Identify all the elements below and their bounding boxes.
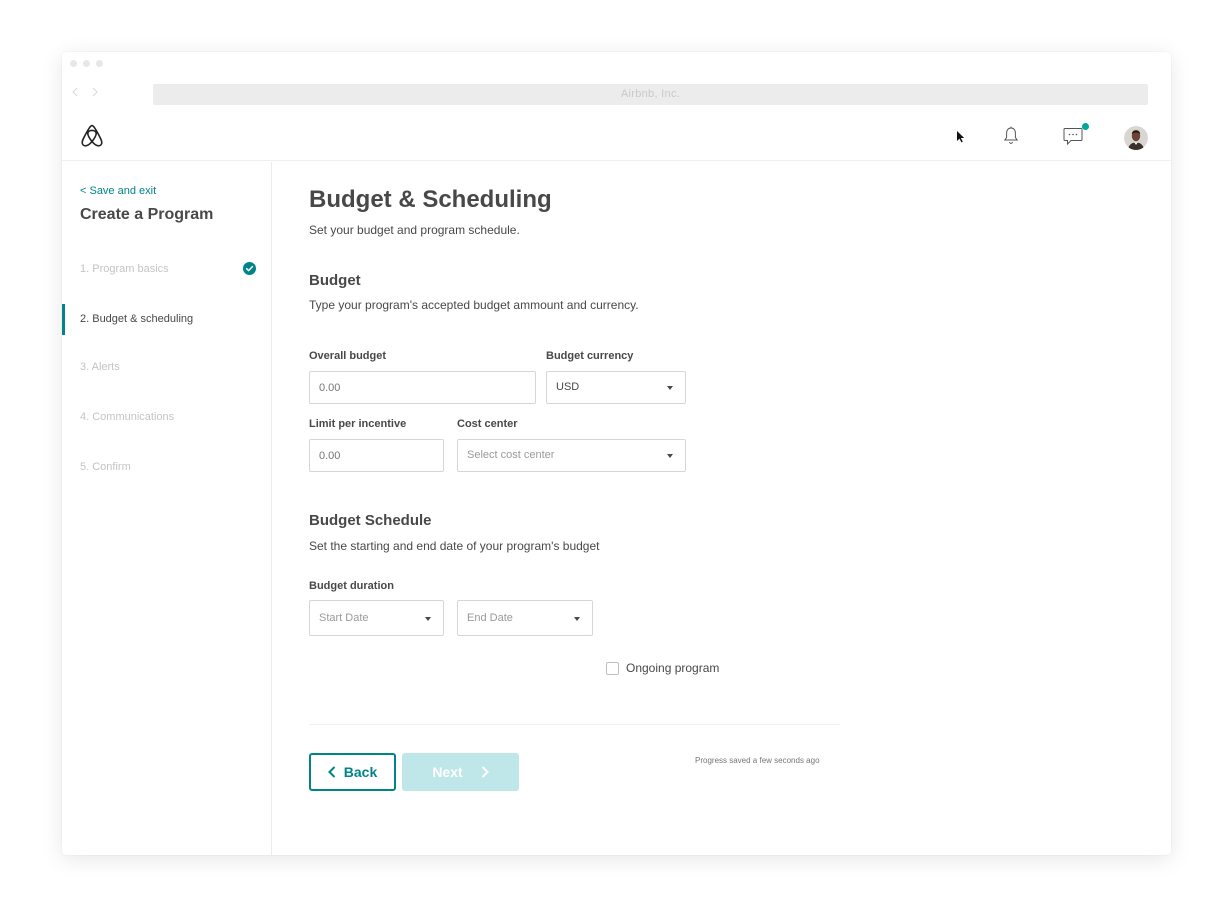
cursor-icon	[956, 130, 965, 148]
budget-currency-select[interactable]: USD	[546, 371, 686, 404]
chevron-right-icon	[481, 766, 489, 778]
page-subtitle: Set your budget and program schedule.	[309, 223, 520, 237]
minimize-window-dot[interactable]	[83, 60, 90, 67]
limit-per-incentive-label: Limit per incentive	[309, 418, 407, 430]
cost-center-label: Cost center	[457, 418, 518, 430]
sidebar-step-alerts[interactable]: 3. Alerts	[80, 361, 120, 373]
overall-budget-label: Overall budget	[309, 350, 387, 362]
browser-window: Airbnb, Inc. < Save and exit Create a Pr…	[62, 52, 1171, 855]
window-controls	[70, 60, 103, 67]
start-date-select[interactable]: Start Date	[309, 600, 444, 636]
chevron-down-icon	[574, 617, 580, 621]
close-window-dot[interactable]	[70, 60, 77, 67]
overall-budget-input[interactable]	[319, 372, 535, 403]
airbnb-logo-icon[interactable]	[81, 124, 103, 153]
back-button-label: Back	[343, 764, 378, 780]
ongoing-program-checkbox[interactable]	[606, 662, 619, 675]
chat-icon[interactable]	[1062, 126, 1084, 151]
budget-currency-label: Budget currency	[546, 350, 634, 362]
budget-schedule-title: Budget Schedule	[309, 512, 432, 529]
sidebar-step-confirm[interactable]: 5. Confirm	[80, 461, 131, 473]
notification-dot	[1082, 123, 1089, 130]
sidebar: < Save and exit Create a Program 1. Prog…	[62, 162, 272, 855]
page-title: Budget & Scheduling	[309, 186, 552, 213]
browser-nav	[72, 87, 98, 97]
budget-duration-label: Budget duration	[309, 580, 394, 592]
back-button[interactable]: Back	[309, 753, 396, 791]
next-button[interactable]: Next	[402, 753, 519, 791]
back-arrow-icon[interactable]	[72, 87, 78, 97]
start-date-placeholder: Start Date	[319, 612, 369, 624]
budget-section-title: Budget	[309, 272, 361, 289]
sidebar-title: Create a Program	[80, 206, 214, 223]
end-date-placeholder: End Date	[467, 612, 513, 624]
budget-section-description: Type your program's accepted budget ammo…	[309, 298, 639, 312]
sidebar-step-communications[interactable]: 4. Communications	[80, 411, 174, 423]
overall-budget-field[interactable]	[309, 371, 536, 404]
chevron-down-icon	[425, 617, 431, 621]
avatar[interactable]	[1124, 126, 1148, 150]
cost-center-placeholder: Select cost center	[467, 449, 555, 461]
progress-saved-status: Progress saved a few seconds ago	[695, 756, 820, 765]
limit-per-incentive-input[interactable]	[319, 440, 443, 471]
maximize-window-dot[interactable]	[96, 60, 103, 67]
ongoing-program-label[interactable]: Ongoing program	[626, 661, 719, 675]
cost-center-select[interactable]: Select cost center	[457, 439, 686, 472]
bell-icon[interactable]	[1003, 126, 1019, 150]
chevron-down-icon	[667, 454, 673, 458]
url-bar[interactable]: Airbnb, Inc.	[153, 84, 1148, 105]
chevron-left-icon	[327, 766, 335, 778]
limit-per-incentive-field[interactable]	[309, 439, 444, 472]
active-step-indicator	[62, 304, 65, 335]
sidebar-step-program-basics[interactable]: 1. Program basics	[80, 263, 169, 275]
next-button-label: Next	[432, 764, 463, 780]
app-header	[62, 114, 1171, 161]
save-and-exit-link[interactable]: < Save and exit	[80, 185, 156, 197]
budget-schedule-description: Set the starting and end date of your pr…	[309, 539, 600, 553]
chevron-down-icon	[667, 386, 673, 390]
forward-arrow-icon[interactable]	[92, 87, 98, 97]
check-circle-icon	[243, 262, 256, 280]
budget-currency-value: USD	[556, 381, 580, 393]
footer-divider	[309, 724, 840, 725]
sidebar-step-budget-scheduling[interactable]: 2. Budget & scheduling	[80, 313, 193, 325]
end-date-select[interactable]: End Date	[457, 600, 593, 636]
